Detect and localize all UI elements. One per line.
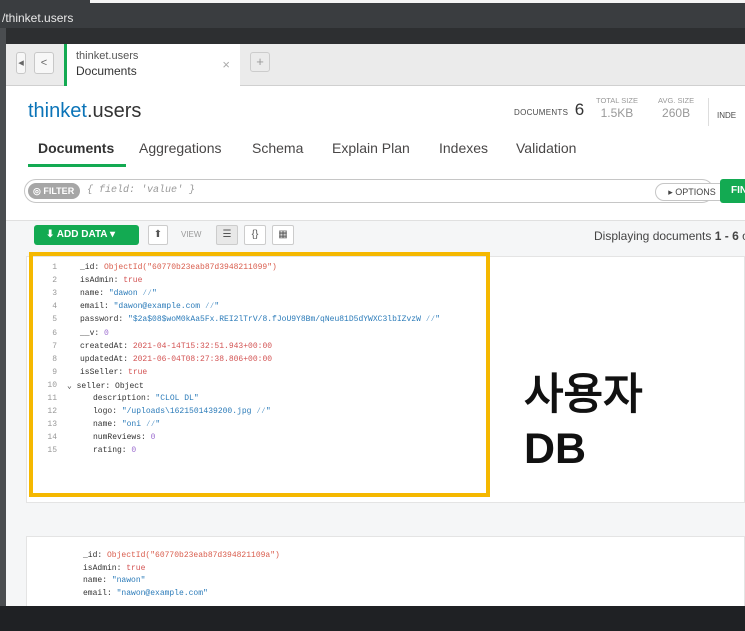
new-tab-button[interactable]: + <box>250 52 270 72</box>
page-title: thinket.users <box>28 100 141 123</box>
export-icon[interactable]: ⬆ <box>148 225 168 245</box>
avg-size-stat: AVG. SIZE 260B <box>658 96 694 120</box>
filter-input[interactable]: ◎ FILTER { field: 'value' } ▸ OPTIONS <box>24 179 729 203</box>
avg-size-label: AVG. SIZE <box>658 96 695 105</box>
total-size-stat: TOTAL SIZE 1.5KB <box>596 96 638 120</box>
field-key: isAdmin: <box>83 563 122 573</box>
documents-count: 6 <box>574 100 585 119</box>
tab-strip: ◂ < thinket.users Documents × + <box>6 44 745 86</box>
tab-aggregations[interactable]: Aggregations <box>139 140 222 156</box>
tab-validation[interactable]: Validation <box>516 140 576 156</box>
annotation-line-2: DB <box>524 425 587 473</box>
field-value: "nawon" <box>107 576 146 585</box>
db-name: thinket <box>28 100 87 122</box>
dark-band <box>6 28 745 44</box>
field-value: "nawon@example.com" <box>111 588 208 598</box>
annotation-label: 사용자 DB <box>524 368 643 476</box>
back-button[interactable]: < <box>34 52 54 74</box>
list-view-icon[interactable]: ☰ <box>216 225 238 245</box>
field-value: true <box>121 563 146 573</box>
document-card[interactable]: _id: ObjectId("60770b23eab87d394821109a"… <box>26 536 745 606</box>
titlebar-stripe <box>90 0 745 3</box>
collection-header: thinket.users DOCUMENTS 6 TOTAL SIZE 1.5… <box>6 86 745 221</box>
tab-explain-plan[interactable]: Explain Plan <box>332 140 410 156</box>
avg-size-value: 260B <box>662 106 691 120</box>
find-button[interactable]: FIN <box>720 179 745 203</box>
window-titlebar: /thinket.users <box>0 0 745 28</box>
close-icon[interactable]: × <box>222 57 230 72</box>
tab-schema[interactable]: Schema <box>252 140 303 156</box>
prev-arrow-icon[interactable]: ◂ <box>16 52 26 74</box>
display-count: Displaying documents 1 - 6 o <box>594 229 745 243</box>
documents-stat: DOCUMENTS 6 <box>514 100 584 120</box>
window-title: /thinket.users <box>2 11 74 25</box>
view-label: VIEW <box>181 230 202 239</box>
total-size-label: TOTAL SIZE <box>596 96 638 105</box>
tab-documents[interactable]: thinket.users Documents × <box>64 44 240 86</box>
options-button[interactable]: ▸ OPTIONS <box>655 183 729 201</box>
filter-placeholder: { field: 'value' } <box>87 185 196 196</box>
total-size-value: 1.5KB <box>600 106 634 120</box>
active-tab-underline <box>28 164 126 167</box>
bottom-bar <box>0 606 745 631</box>
add-data-button[interactable]: ⬇ ADD DATA ▾ <box>34 225 139 245</box>
documents-toolbar: ⬇ ADD DATA ▾ ⬆ VIEW ☰ {} ▦ Displaying do… <box>6 221 745 253</box>
field-key: _id: <box>83 551 103 560</box>
tab-namespace: thinket.users <box>76 50 139 62</box>
field-key: email: <box>83 588 112 598</box>
annotation-highlight-box <box>29 252 490 497</box>
collection-name: .users <box>86 100 142 122</box>
tab-title: Documents <box>76 64 137 78</box>
tab-documents-view[interactable]: Documents <box>38 140 114 156</box>
indexes-stat-label: INDE <box>717 111 737 120</box>
filter-row: ◎ FILTER { field: 'value' } ▸ OPTIONS FI… <box>6 179 745 209</box>
documents-label: DOCUMENTS <box>514 108 569 117</box>
annotation-line-1: 사용자 <box>524 371 643 419</box>
field-key: name: <box>83 576 108 585</box>
tab-indexes[interactable]: Indexes <box>439 140 488 156</box>
table-view-icon[interactable]: ▦ <box>272 225 294 245</box>
filter-label: ◎ FILTER <box>28 183 80 199</box>
json-view-icon[interactable]: {} <box>244 225 266 245</box>
field-value: ObjectId("60770b23eab87d394821109a") <box>102 551 280 560</box>
stat-divider <box>708 98 709 126</box>
